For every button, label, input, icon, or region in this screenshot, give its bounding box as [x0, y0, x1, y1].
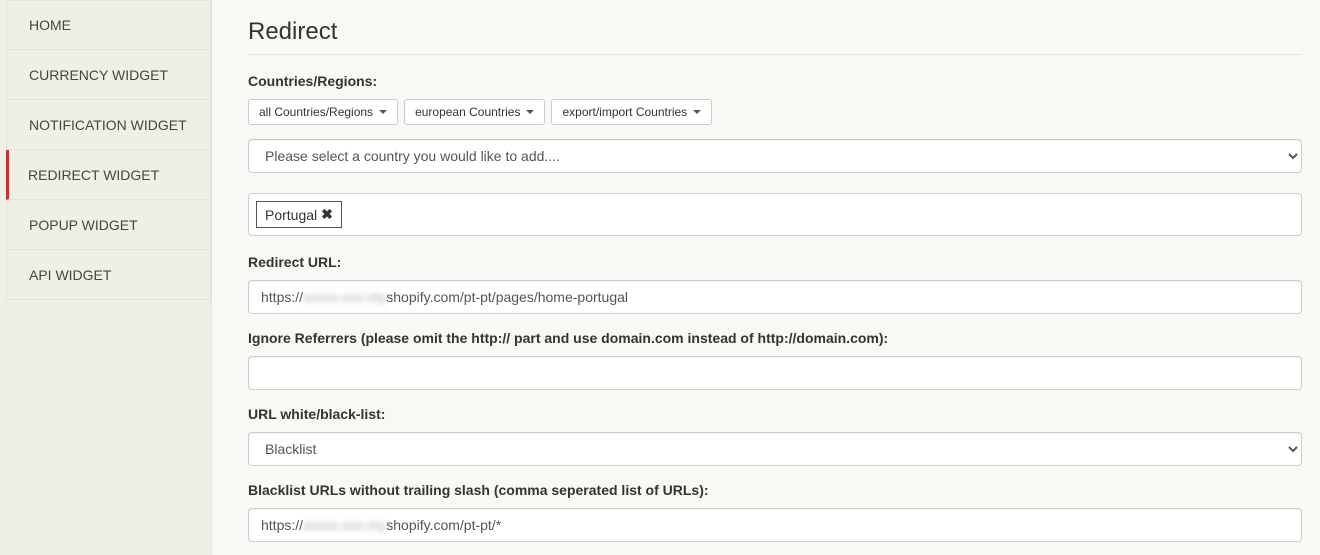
btn-label: all Countries/Regions	[259, 105, 373, 119]
url-suffix: shopify.com/pt-pt/pages/home-portugal	[386, 289, 628, 305]
btn-label: european Countries	[415, 105, 520, 119]
sidebar-item-popup[interactable]: POPUP WIDGET	[6, 200, 211, 250]
remove-token-icon[interactable]: ✖	[321, 206, 333, 223]
caret-down-icon	[379, 110, 387, 114]
wb-list-label: URL white/black-list:	[248, 406, 1302, 422]
sidebar-item-redirect[interactable]: REDIRECT WIDGET	[6, 150, 211, 200]
country-select[interactable]: Please select a country you would like t…	[248, 139, 1302, 173]
sidebar-item-label: NOTIFICATION WIDGET	[29, 117, 187, 133]
sidebar-item-label: HOME	[29, 17, 71, 33]
country-token-portugal[interactable]: Portugal ✖	[256, 201, 342, 228]
all-countries-button[interactable]: all Countries/Regions	[248, 99, 398, 125]
sidebar-item-api[interactable]: API WIDGET	[6, 250, 211, 300]
wb-list-select[interactable]: Blacklist	[248, 432, 1302, 466]
sidebar-item-label: CURRENCY WIDGET	[29, 67, 168, 83]
selected-countries-box[interactable]: Portugal ✖	[248, 193, 1302, 236]
url-blurred: xxxxx-xxx.my	[303, 289, 386, 305]
sidebar: HOME CURRENCY WIDGET NOTIFICATION WIDGET…	[0, 0, 212, 555]
sidebar-item-notification[interactable]: NOTIFICATION WIDGET	[6, 100, 211, 150]
caret-down-icon	[693, 110, 701, 114]
url-prefix: https://	[261, 289, 303, 305]
countries-label: Countries/Regions:	[248, 73, 1302, 89]
btn-label: export/import Countries	[562, 105, 687, 119]
redirect-url-label: Redirect URL:	[248, 254, 1302, 270]
url-prefix: https://	[261, 517, 303, 533]
sidebar-item-currency[interactable]: CURRENCY WIDGET	[6, 50, 211, 100]
sidebar-item-label: API WIDGET	[29, 267, 111, 283]
main-content: Redirect Countries/Regions: all Countrie…	[212, 0, 1320, 555]
blacklist-urls-label: Blacklist URLs without trailing slash (c…	[248, 482, 1302, 498]
sidebar-item-label: REDIRECT WIDGET	[28, 167, 159, 183]
token-label: Portugal	[265, 207, 317, 223]
url-suffix: shopify.com/pt-pt/*	[386, 517, 501, 533]
url-blurred: xxxxx-xxx.my	[303, 517, 386, 533]
blacklist-urls-input[interactable]: https://xxxxx-xxx.myshopify.com/pt-pt/*	[248, 508, 1302, 542]
caret-down-icon	[526, 110, 534, 114]
export-import-countries-button[interactable]: export/import Countries	[551, 99, 712, 125]
ignore-referrers-input[interactable]	[248, 356, 1302, 390]
sidebar-item-home[interactable]: HOME	[6, 0, 211, 50]
redirect-url-input[interactable]: https://xxxxx-xxx.myshopify.com/pt-pt/pa…	[248, 280, 1302, 314]
sidebar-item-label: POPUP WIDGET	[29, 217, 138, 233]
ignore-referrers-label: Ignore Referrers (please omit the http:/…	[248, 330, 1302, 346]
european-countries-button[interactable]: european Countries	[404, 99, 545, 125]
page-title: Redirect	[248, 18, 1302, 55]
